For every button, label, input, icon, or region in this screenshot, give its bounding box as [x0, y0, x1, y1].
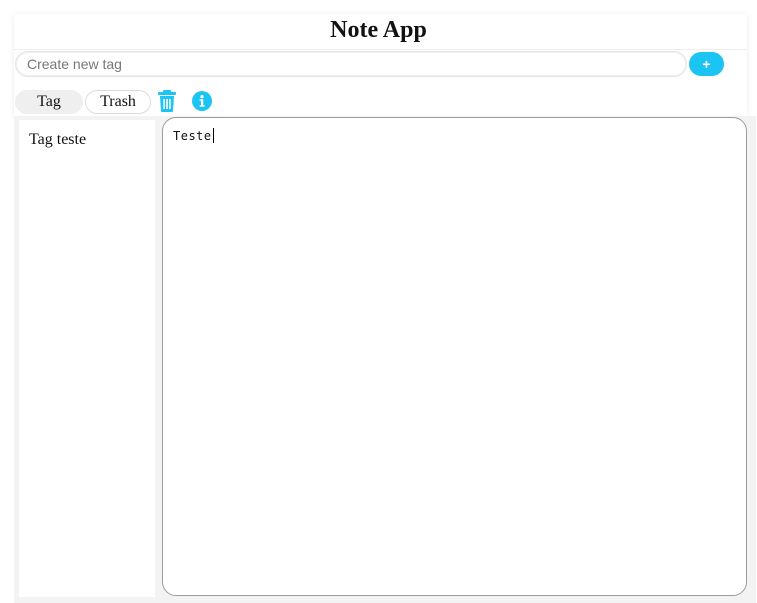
tag-sidebar: Tag teste: [19, 120, 155, 597]
info-icon[interactable]: [192, 91, 212, 111]
header-divider: [14, 49, 747, 50]
add-tag-button[interactable]: +: [689, 52, 724, 76]
note-editor-content: Teste: [173, 128, 214, 143]
tab-tag[interactable]: Tag: [15, 90, 83, 114]
new-tag-input[interactable]: [15, 51, 687, 77]
trash-icon[interactable]: [157, 90, 177, 112]
note-editor[interactable]: Teste: [162, 117, 747, 596]
note-text: Teste: [173, 129, 212, 143]
text-caret: [212, 128, 214, 143]
tab-trash[interactable]: Trash: [85, 90, 151, 114]
app-title: Note App: [330, 17, 427, 43]
sidebar-item-tag-teste[interactable]: Tag teste: [29, 131, 86, 149]
